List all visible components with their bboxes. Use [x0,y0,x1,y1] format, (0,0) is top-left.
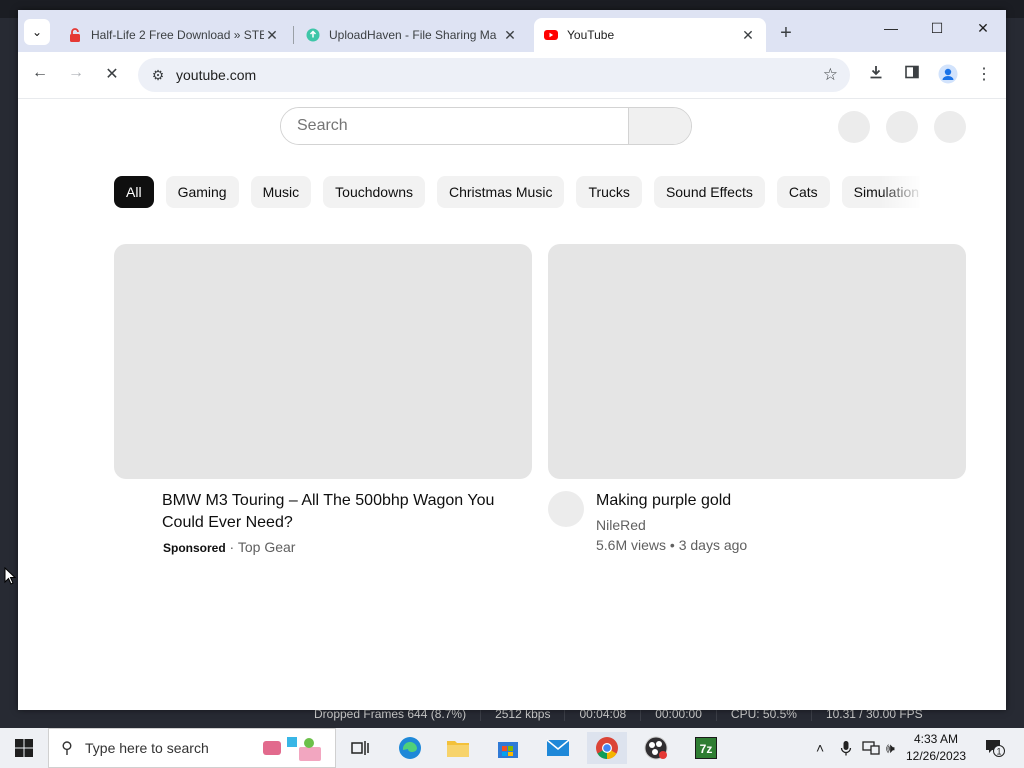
volume-icon[interactable]: 🕪 [886,740,895,757]
tab-youtube[interactable]: YouTube ✕ [534,18,766,52]
obs-icon[interactable] [636,732,676,764]
chip-touchdowns[interactable]: Touchdowns [323,176,425,208]
mail-icon[interactable] [538,732,578,764]
video-stats: 5.6M views • 3 days ago [596,537,748,553]
windows-taskbar: ⚲ Type here to search 7z ˄ 🕪 4:33 AM 12/… [0,728,1024,768]
tab-half-life[interactable]: Half-Life 2 Free Download » STE ✕ [58,18,290,52]
tab-strip: ⌄ Half-Life 2 Free Download » STE ✕ Uplo… [18,10,1006,52]
tab-separator [293,26,294,44]
youtube-search-button[interactable] [628,108,691,144]
task-view-icon[interactable] [340,732,380,764]
download-icon[interactable] [864,64,888,86]
chip-cats[interactable]: Cats [776,176,830,208]
chip-christmas-music[interactable]: Christmas Music [436,176,565,208]
network-icon[interactable] [862,740,880,759]
start-button[interactable] [0,728,48,768]
browser-toolbar: ← → ✕ ⚙ youtube.com ☆ ⋮ [18,52,1006,99]
tab-search-button[interactable]: ⌄ [24,19,50,45]
windows-logo-icon [15,739,33,757]
youtube-search-box [280,107,692,145]
svg-text:7z: 7z [700,742,713,756]
notification-center-icon[interactable]: 1 [984,738,1006,761]
chip-sound-effects[interactable]: Sound Effects [653,176,765,208]
chrome-window: ⌄ Half-Life 2 Free Download » STE ✕ Uplo… [18,10,1006,710]
forward-button[interactable]: → [64,64,88,86]
side-panel-icon[interactable] [900,64,924,86]
tab-title: UploadHaven - File Sharing Ma [329,28,497,42]
youtube-page: All Gaming Music Touchdowns Christmas Mu… [18,99,1006,710]
tab-title: Half-Life 2 Free Download » STE [91,28,264,42]
category-chips: All Gaming Music Touchdowns Christmas Mu… [114,176,920,208]
chip-trucks[interactable]: Trucks [576,176,642,208]
header-icon-placeholder[interactable] [838,111,870,143]
channel-name[interactable]: NileRed [596,517,646,533]
meta-separator: · [225,539,238,555]
channel-avatar-placeholder[interactable] [548,491,584,527]
chip-music[interactable]: Music [250,176,312,208]
minimize-button[interactable]: — [868,20,914,42]
video-thumbnail-placeholder[interactable] [114,244,532,479]
close-tab-icon[interactable]: ✕ [502,27,518,44]
bookmark-star-icon[interactable]: ☆ [823,65,838,85]
uploadhaven-icon [306,28,320,42]
taskbar-search-box[interactable]: ⚲ Type here to search [48,728,336,768]
file-explorer-icon[interactable] [438,732,478,764]
new-tab-button[interactable]: + [775,22,797,44]
search-highlight-icon [259,733,329,768]
profile-avatar-icon[interactable] [936,64,960,86]
back-button[interactable]: ← [28,64,52,86]
video-title[interactable]: Making purple gold [596,490,956,512]
youtube-icon [544,28,558,42]
more-menu-icon[interactable]: ⋮ [972,64,996,86]
youtube-search-input[interactable] [281,108,628,144]
tray-chevron-up-icon[interactable]: ˄ [816,740,824,756]
search-icon: ⚲ [61,740,73,757]
system-clock[interactable]: 4:33 AM 12/26/2023 [906,731,966,765]
lock-red-icon [68,28,82,42]
chip-gaming[interactable]: Gaming [165,176,239,208]
channel-name[interactable]: Top Gear [238,539,296,555]
chevron-down-icon: ⌄ [31,25,43,39]
chip-all[interactable]: All [114,176,154,208]
store-icon[interactable] [488,732,528,764]
close-tab-icon[interactable]: ✕ [264,27,280,44]
taskbar-search-placeholder: Type here to search [85,740,209,756]
stop-loading-button[interactable]: ✕ [100,64,124,86]
header-avatar-placeholder[interactable] [934,111,966,143]
mouse-cursor-icon [4,567,16,585]
video-meta: Sponsored · Top Gear [163,539,295,555]
close-window-button[interactable]: ✕ [960,20,1006,42]
video-thumbnail-placeholder[interactable] [548,244,966,479]
microphone-icon[interactable] [840,740,852,759]
chrome-icon[interactable] [587,732,627,764]
7zip-icon[interactable]: 7z [686,732,726,764]
tab-title: YouTube [567,28,615,42]
close-tab-icon[interactable]: ✕ [740,27,756,44]
clock-date: 12/26/2023 [906,749,967,763]
tab-uploadhaven[interactable]: UploadHaven - File Sharing Ma ✕ [296,18,528,52]
edge-icon[interactable] [390,732,430,764]
sponsored-label: Sponsored [163,541,226,555]
clock-time: 4:33 AM [913,732,959,746]
maximize-button[interactable]: ☐ [914,20,960,42]
header-icon-placeholder[interactable] [886,111,918,143]
url-text: youtube.com [176,67,257,83]
site-info-icon[interactable]: ⚙ [146,67,170,84]
video-title[interactable]: BMW M3 Touring – All The 500bhp Wagon Yo… [162,490,522,534]
notification-count: 1 [996,747,1001,757]
chips-fade-overlay [880,176,924,208]
address-bar[interactable]: ⚙ youtube.com ☆ [138,58,850,92]
